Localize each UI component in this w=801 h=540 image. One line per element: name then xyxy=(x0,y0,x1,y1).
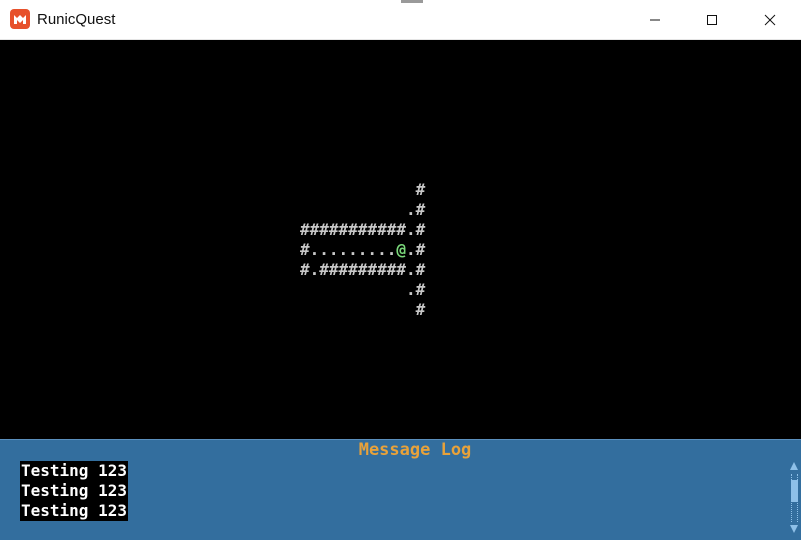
scroll-thumb[interactable] xyxy=(791,480,798,502)
close-button[interactable] xyxy=(747,0,793,40)
minimize-icon xyxy=(650,19,660,21)
window-title: RunicQuest xyxy=(37,11,116,28)
game-window: RunicQuest # .# ###########.# #.........@.… xyxy=(0,0,801,540)
message-log-scrollbar[interactable] xyxy=(788,462,801,537)
dungeon-map: # .# ###########.# #.........@.# #.########… xyxy=(300,180,425,320)
minimize-button[interactable] xyxy=(632,0,678,40)
map-row: #.#########.# xyxy=(300,260,426,279)
message-log-lines: Testing 123 Testing 123 Testing 123 xyxy=(20,461,128,521)
map-row: # xyxy=(300,180,426,199)
scroll-up-arrow-icon[interactable] xyxy=(790,462,798,470)
map-row: ###########.# xyxy=(300,220,426,239)
map-row: #.........@.# xyxy=(300,240,426,259)
message-log-panel: Message Log Testing 123 Testing 123 Test… xyxy=(0,439,801,540)
title-bar[interactable]: RunicQuest xyxy=(0,0,801,40)
title-bar-grip xyxy=(401,0,423,3)
log-message: Testing 123 xyxy=(20,461,128,481)
close-icon xyxy=(764,14,776,26)
monogame-icon xyxy=(10,9,30,29)
player-character: @ xyxy=(396,240,406,259)
scroll-down-arrow-icon[interactable] xyxy=(790,525,798,533)
log-message: Testing 123 xyxy=(20,501,128,521)
map-row: # xyxy=(300,300,426,319)
map-row: .# xyxy=(300,200,426,219)
maximize-button[interactable] xyxy=(689,0,735,40)
map-row: .# xyxy=(300,280,426,299)
message-log-title: Message Log xyxy=(358,440,472,460)
game-viewport[interactable]: # .# ###########.# #.........@.# #.########… xyxy=(0,40,801,439)
maximize-icon xyxy=(707,15,717,25)
log-message: Testing 123 xyxy=(20,481,128,501)
